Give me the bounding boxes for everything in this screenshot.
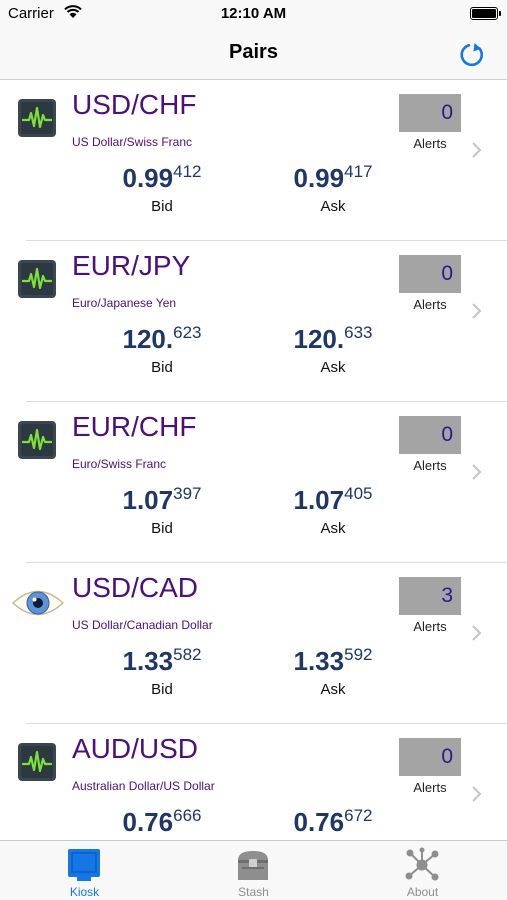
navigation-bar: Pairs bbox=[0, 28, 507, 80]
pairs-list[interactable]: USD/CHF US Dollar/Swiss Franc 0 Alerts 0.994… bbox=[0, 80, 507, 840]
activity-monitor-icon bbox=[18, 421, 56, 459]
pair-name: US Dollar/Canadian Dollar bbox=[72, 618, 213, 632]
bid-price-pips: 397 bbox=[173, 484, 202, 503]
activity-monitor-icon bbox=[18, 743, 56, 781]
bid-price: 120.623 bbox=[92, 323, 232, 355]
chevron-right-icon bbox=[472, 625, 482, 641]
ask-label: Ask bbox=[320, 520, 346, 537]
alerts-label: Alerts bbox=[413, 297, 447, 312]
pair-name: Australian Dollar/US Dollar bbox=[72, 779, 215, 793]
bid-label: Bid bbox=[151, 520, 173, 537]
alerts-count[interactable]: 0 bbox=[399, 94, 461, 132]
ask-price-pips: 633 bbox=[344, 323, 373, 342]
pair-symbol: EUR/CHF bbox=[72, 411, 197, 442]
chevron-right-icon bbox=[472, 786, 482, 802]
bid-price-main: 1.07 bbox=[122, 485, 174, 515]
bid-price-pips: 666 bbox=[173, 806, 202, 825]
pair-symbol: USD/CHF bbox=[72, 89, 197, 120]
tab-bar: Kiosk Stash About bbox=[0, 840, 507, 900]
refresh-icon[interactable] bbox=[457, 39, 487, 69]
pair-symbol: USD/CAD bbox=[72, 572, 199, 603]
kiosk-icon bbox=[68, 849, 100, 881]
ask-label: Ask bbox=[320, 359, 346, 376]
ask-price: 1.33592 bbox=[263, 645, 403, 677]
tab-kiosk[interactable]: Kiosk bbox=[0, 841, 169, 900]
pair-symbol: AUD/USD bbox=[72, 733, 199, 764]
alerts-count[interactable]: 0 bbox=[399, 738, 461, 776]
pair-name: US Dollar/Swiss Franc bbox=[72, 135, 193, 149]
alerts-label: Alerts bbox=[413, 136, 447, 151]
bid-price: 0.99412 bbox=[92, 162, 232, 194]
activity-monitor-icon bbox=[18, 260, 56, 298]
bid-price: 1.33582 bbox=[92, 645, 232, 677]
pair-row[interactable]: USD/CHF US Dollar/Swiss Franc 0 Alerts 0.994… bbox=[0, 80, 507, 241]
tab-about[interactable]: About bbox=[338, 841, 507, 900]
bid-price-pips: 582 bbox=[173, 645, 202, 664]
chevron-right-icon bbox=[472, 464, 482, 480]
eye-icon bbox=[11, 590, 65, 616]
alerts-count[interactable]: 3 bbox=[399, 577, 461, 615]
tab-stash-label: Stash bbox=[238, 885, 269, 899]
pair-row[interactable]: AUD/USD Australian Dollar/US Dollar 0 Alert… bbox=[0, 724, 507, 840]
bid-label: Bid bbox=[151, 359, 173, 376]
ask-price-main: 120. bbox=[293, 324, 345, 354]
bid-price-pips: 412 bbox=[173, 162, 202, 181]
ask-price-pips: 592 bbox=[344, 645, 373, 664]
bid-price-pips: 623 bbox=[173, 323, 202, 342]
alerts-count[interactable]: 0 bbox=[399, 416, 461, 454]
tab-stash[interactable]: Stash bbox=[169, 841, 338, 900]
alerts-label: Alerts bbox=[413, 619, 447, 634]
pair-row[interactable]: EUR/JPY Euro/Japanese Yen 0 Alerts 120.623 12… bbox=[0, 241, 507, 402]
status-time: 12:10 AM bbox=[220, 5, 287, 22]
tab-about-label: About bbox=[406, 885, 439, 899]
bid-price-main: 0.99 bbox=[122, 163, 174, 193]
bid-price-main: 0.76 bbox=[122, 807, 174, 837]
ask-price-pips: 672 bbox=[344, 806, 373, 825]
page-title: Pairs bbox=[229, 41, 278, 63]
bid-label: Bid bbox=[151, 198, 173, 215]
ask-price-main: 1.33 bbox=[293, 646, 345, 676]
ask-price: 0.99417 bbox=[263, 162, 403, 194]
pair-symbol: EUR/JPY bbox=[72, 250, 191, 281]
status-bar: Carrier 12:10 AM bbox=[0, 0, 507, 28]
bid-price: 1.07397 bbox=[92, 484, 232, 516]
ask-price-pips: 405 bbox=[344, 484, 373, 503]
bid-label: Bid bbox=[151, 681, 173, 698]
chevron-right-icon bbox=[472, 303, 482, 319]
ask-price: 120.633 bbox=[263, 323, 403, 355]
alerts-label: Alerts bbox=[413, 780, 447, 795]
ask-price-main: 0.76 bbox=[293, 807, 345, 837]
ask-price-pips: 417 bbox=[344, 162, 373, 181]
bid-price: 0.76666 bbox=[92, 806, 232, 838]
ask-label: Ask bbox=[320, 198, 346, 215]
treasure-chest-icon bbox=[238, 851, 268, 880]
activity-monitor-icon bbox=[18, 99, 56, 137]
chevron-right-icon bbox=[472, 142, 482, 158]
ask-price: 0.76672 bbox=[263, 806, 403, 838]
alerts-label: Alerts bbox=[413, 458, 447, 473]
network-nodes-icon bbox=[405, 847, 439, 881]
ask-price-main: 1.07 bbox=[293, 485, 345, 515]
pair-name: Euro/Swiss Franc bbox=[72, 457, 167, 471]
pair-row[interactable]: USD/CAD US Dollar/Canadian Dollar 3 Alerts 1… bbox=[0, 563, 507, 724]
ask-label: Ask bbox=[320, 681, 346, 698]
pair-row[interactable]: EUR/CHF Euro/Swiss Franc 0 Alerts 1.07397 1.0… bbox=[0, 402, 507, 563]
tab-kiosk-label: Kiosk bbox=[69, 885, 100, 899]
ask-price-main: 0.99 bbox=[293, 163, 345, 193]
pair-name: Euro/Japanese Yen bbox=[72, 296, 177, 310]
alerts-count[interactable]: 0 bbox=[399, 255, 461, 293]
battery-icon bbox=[470, 7, 501, 20]
ask-price: 1.07405 bbox=[263, 484, 403, 516]
bid-price-main: 1.33 bbox=[122, 646, 174, 676]
bid-price-main: 120. bbox=[122, 324, 174, 354]
